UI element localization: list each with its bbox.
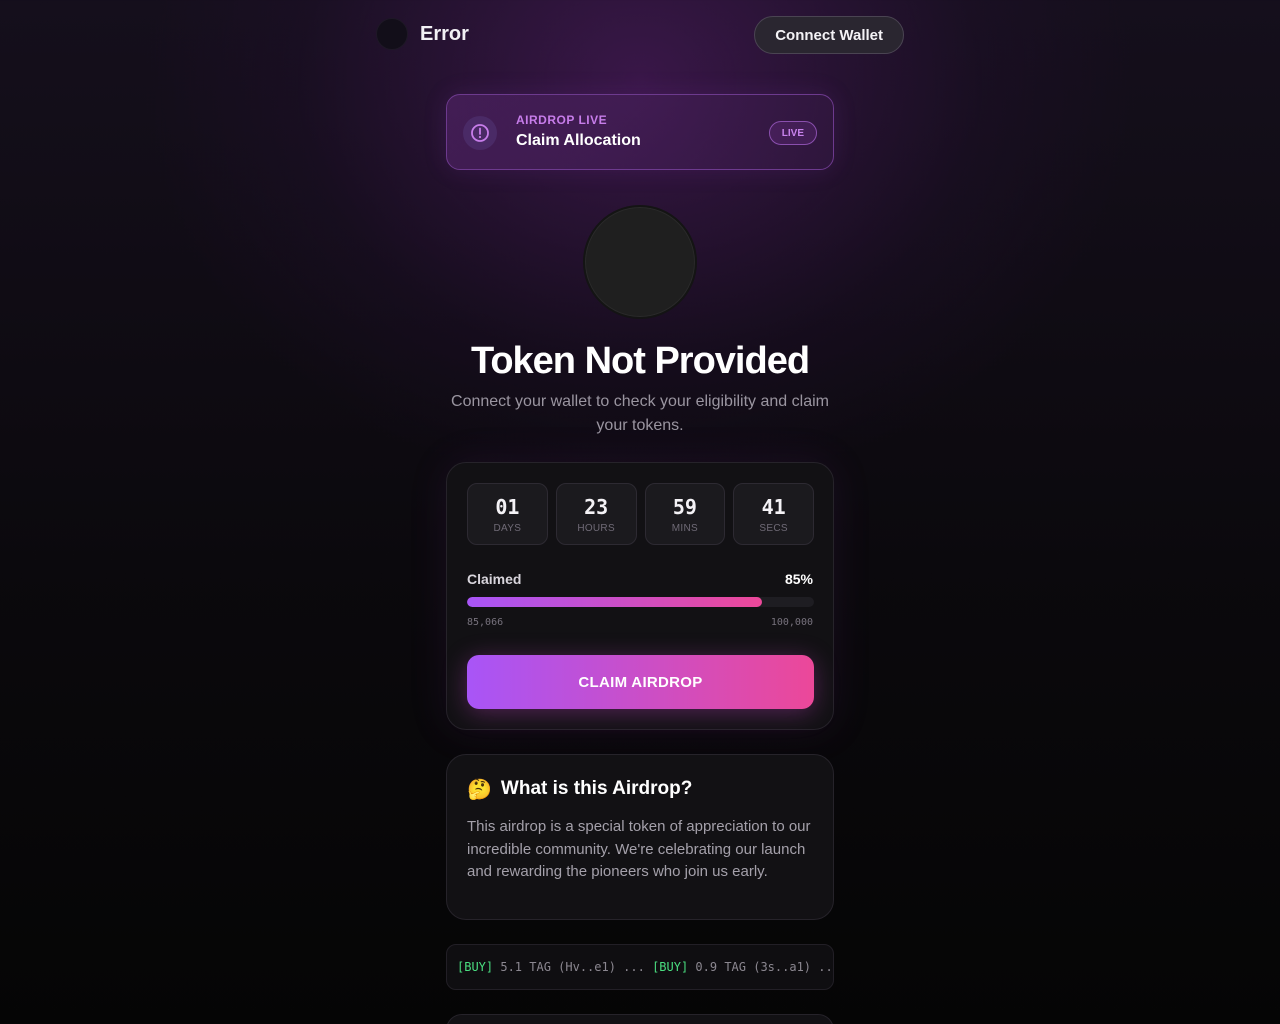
- countdown-secs: 41 SECS: [733, 483, 814, 545]
- countdown-mins: 59 MINS: [644, 483, 726, 545]
- total-supply: 100,000: [770, 617, 813, 628]
- brand[interactable]: Error: [376, 18, 469, 50]
- countdown-value: 59: [672, 494, 697, 519]
- banner-kicker: AIRDROP LIVE: [516, 113, 608, 127]
- thinking-face-icon: 🤔: [467, 777, 492, 801]
- countdown: 01 DAYS 23 HOURS 59 MINS 41 SECS: [467, 483, 814, 545]
- countdown-hours: 23 HOURS: [555, 483, 637, 545]
- brand-name: Error: [420, 22, 469, 45]
- airdrop-live-banner[interactable]: AIRDROP LIVE Claim Allocation LIVE: [446, 94, 834, 170]
- countdown-label: SECS: [759, 522, 788, 534]
- alert-circle-icon: [463, 116, 497, 150]
- countdown-label: DAYS: [493, 522, 522, 534]
- countdown-value: 41: [761, 494, 786, 519]
- claimed-count: 85,066: [467, 617, 504, 628]
- claim-card: 01 DAYS 23 HOURS 59 MINS 41 SECS Claimed…: [446, 462, 834, 730]
- page-subtitle: Connect your wallet to check your eligib…: [451, 393, 829, 434]
- info-description: This airdrop is a special token of appre…: [467, 818, 811, 880]
- trade-ticker: [BUY] 5.1 TAG (Hv..e1) ... [BUY] 0.9 TAG…: [446, 944, 834, 990]
- claimed-percent: 85%: [784, 571, 813, 587]
- connect-wallet-button[interactable]: Connect Wallet: [754, 16, 904, 54]
- countdown-value: 23: [584, 494, 609, 519]
- ticker-buy-tag: [BUY]: [457, 960, 494, 974]
- claim-progress-fill: [467, 597, 762, 607]
- info-header: 🤔 What is this Airdrop?: [467, 777, 692, 801]
- token-avatar: [583, 205, 697, 319]
- ticker-trade-text: 0.9 TAG (3s..a1) ...: [688, 960, 834, 974]
- ticker-trade-text: 5.1 TAG (Hv..e1) ...: [493, 960, 653, 974]
- header: Error Connect Wallet: [376, 16, 904, 54]
- live-badge: LIVE: [768, 121, 817, 145]
- info-title: What is this Airdrop?: [500, 778, 693, 799]
- countdown-days: 01 DAYS: [467, 483, 548, 545]
- airdrop-info-card: 🤔 What is this Airdrop? This airdrop is …: [446, 754, 834, 920]
- claim-progress-bar: [467, 597, 814, 607]
- countdown-value: 01: [495, 494, 520, 519]
- claim-airdrop-button[interactable]: CLAIM AIRDROP: [467, 655, 814, 709]
- claimed-label: Claimed: [467, 571, 522, 587]
- brand-logo: [376, 18, 408, 50]
- next-card: [446, 1014, 834, 1024]
- countdown-label: HOURS: [577, 522, 615, 534]
- ticker-buy-tag: [BUY]: [652, 960, 689, 974]
- page-title: Token Not Provided: [470, 340, 810, 382]
- countdown-label: MINS: [671, 522, 698, 534]
- banner-title: Claim Allocation: [516, 132, 641, 149]
